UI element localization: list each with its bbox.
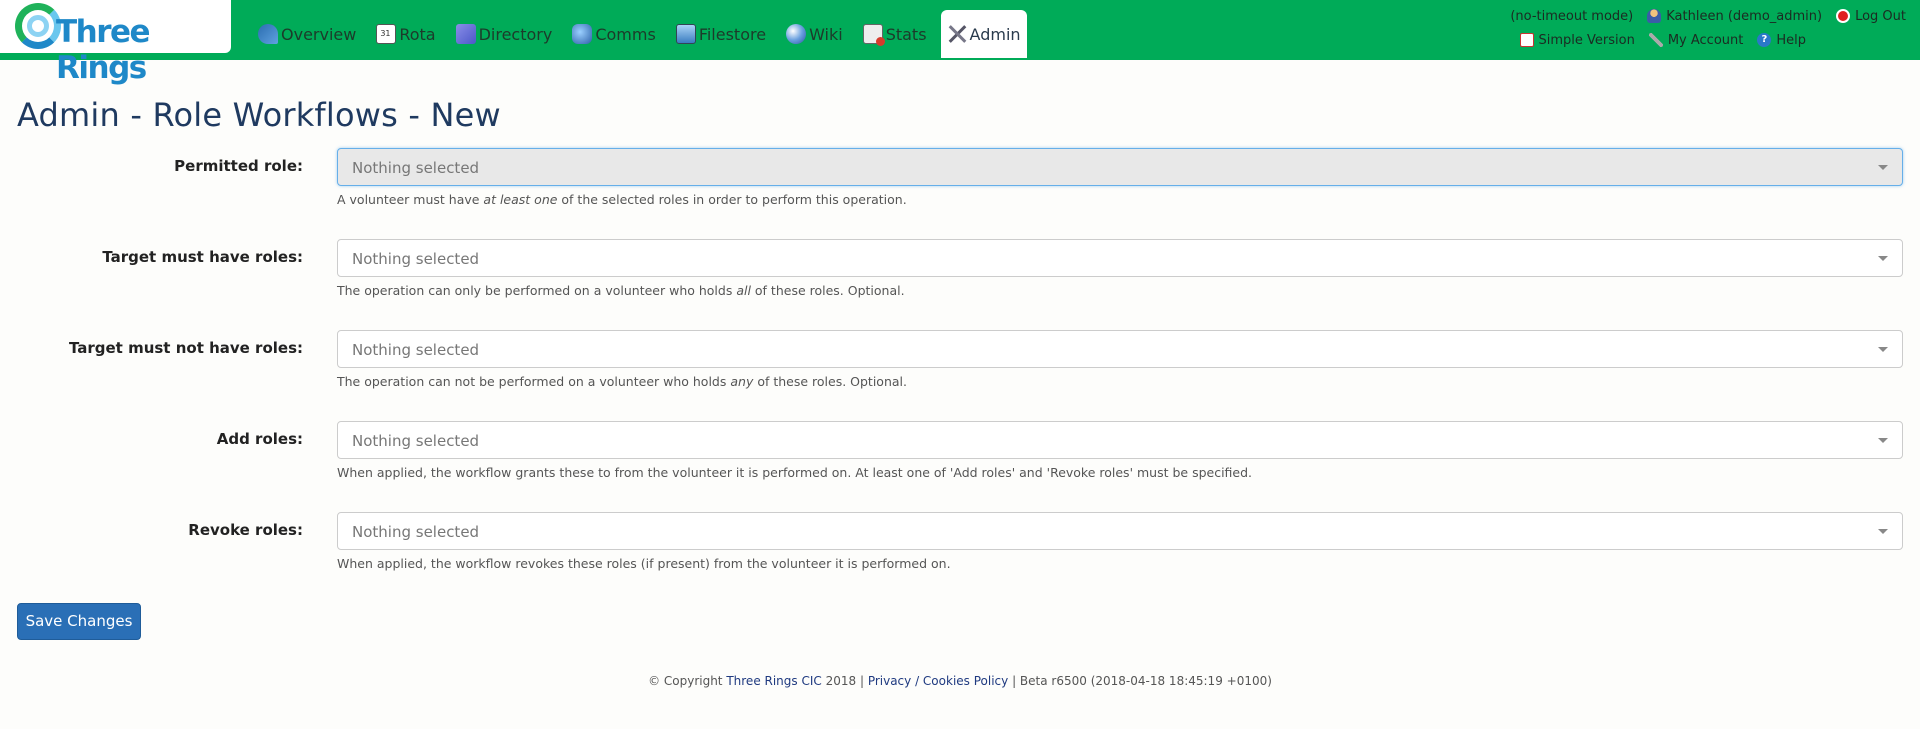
nav-comms[interactable]: Comms [566,10,661,58]
tools-icon [947,24,967,44]
logo-inner-ring-icon [27,15,49,37]
chevron-down-icon [1878,438,1888,443]
logout-link[interactable]: Log Out [1836,6,1906,26]
help-icon: ? [1757,33,1772,47]
my-account-label: My Account [1667,32,1744,48]
utility-links: Simple Version My Account ? Help [1519,30,1821,50]
select-value: Nothing selected [352,341,480,359]
field-label: Permitted role: [174,157,303,175]
help-text-em: at least one [483,192,558,207]
nav-filestore[interactable]: Filestore [670,10,772,58]
help-text-em: all [736,283,751,298]
select-value: Nothing selected [352,250,480,268]
timeout-mode: (no-timeout mode) [1510,6,1633,26]
timeout-mode-text: (no-timeout mode) [1510,8,1634,24]
field-help: When applied, the workflow revokes these… [337,556,951,571]
help-text-post: of these roles. Optional. [750,283,905,298]
field-help: A volunteer must have at least one of th… [337,192,907,207]
logout-label: Log Out [1855,8,1906,24]
nav-overview[interactable]: Overview [252,10,362,58]
top-bar: Three Rings Overview Rota Directory Comm… [0,0,1920,86]
simple-version-label: Simple Version [1538,32,1635,48]
key-icon [1648,33,1663,47]
calendar-icon [376,24,397,44]
field-label: Target must not have roles: [68,339,303,357]
comms-icon [572,24,593,44]
user-bar: (no-timeout mode) Kathleen (demo_admin) … [1510,6,1920,26]
nav-label: Directory [478,24,553,44]
help-text-pre: The operation can not be performed on a … [337,374,731,389]
my-account-link[interactable]: My Account [1648,30,1744,50]
nav-rota[interactable]: Rota [370,10,441,58]
simple-version-icon [1519,33,1534,47]
field-label: Add roles: [216,430,303,448]
revoke-roles-select[interactable]: Nothing selected [337,512,1903,550]
field-help: The operation can only be performed on a… [337,283,905,298]
logo-text: Three Rings [56,14,151,86]
nav-label: Stats [885,24,927,44]
select-value: Nothing selected [352,523,480,541]
field-help: The operation can not be performed on a … [337,374,907,389]
directory-icon [455,24,476,44]
select-value: Nothing selected [352,159,480,177]
nav-admin[interactable]: Admin [940,10,1027,58]
nav-label: Wiki [809,24,843,44]
save-changes-button[interactable]: Save Changes [17,603,141,640]
help-text-pre: The operation can only be performed on a… [337,283,737,298]
simple-version-link[interactable]: Simple Version [1519,30,1635,50]
nav-label: Comms [595,24,656,44]
chevron-down-icon [1878,347,1888,352]
permitted-role-select[interactable]: Nothing selected [337,148,1903,186]
add-roles-select[interactable]: Nothing selected [337,421,1903,459]
chevron-down-icon [1878,165,1888,170]
nav-label: Admin [969,24,1021,44]
footer-year: 2018 | [821,674,868,688]
nav-stats[interactable]: Stats [857,10,933,58]
chevron-down-icon [1878,256,1888,261]
field-label: Target must have roles: [102,248,303,266]
target-must-have-select[interactable]: Nothing selected [337,239,1903,277]
page-title: Admin - Role Workflows - New [17,96,501,134]
nav-label: Rota [399,24,436,44]
overview-icon [258,24,278,44]
help-text-pre: When applied, the workflow revokes these… [337,556,951,571]
chevron-down-icon [1878,529,1888,534]
main-nav: Overview Rota Directory Comms Filestore … [252,10,1035,58]
power-icon [1836,9,1851,23]
footer-copyright: © Copyright [648,674,727,688]
footer: © Copyright Three Rings CIC 2018 | Priva… [0,674,1920,688]
help-link[interactable]: ? Help [1757,30,1806,50]
field-help: When applied, the workflow grants these … [337,465,1252,480]
logo[interactable]: Three Rings [0,0,231,86]
nav-directory[interactable]: Directory [450,10,559,58]
help-text-pre: A volunteer must have [337,192,484,207]
privacy-policy-link[interactable]: Privacy / Cookies Policy [868,674,1008,688]
footer-version: | Beta r6500 (2018-04-18 18:45:19 +0100) [1008,674,1272,688]
user-icon [1647,9,1662,23]
nav-label: Overview [281,24,357,44]
stats-icon [862,24,885,46]
user-name: Kathleen (demo_admin) [1666,8,1823,24]
help-label: Help [1776,32,1806,48]
target-must-not-have-select[interactable]: Nothing selected [337,330,1903,368]
help-text-post: of these roles. Optional. [753,374,907,389]
footer-org-link[interactable]: Three Rings CIC [726,674,821,688]
select-value: Nothing selected [352,432,480,450]
user-link[interactable]: Kathleen (demo_admin) [1647,6,1822,26]
help-text-post: of the selected roles in order to perfor… [557,192,907,207]
help-text-pre: When applied, the workflow grants these … [337,465,1253,480]
field-label: Revoke roles: [188,521,303,539]
wiki-globe-icon [786,24,807,44]
filestore-icon [675,24,696,44]
help-text-em: any [730,374,754,389]
nav-wiki[interactable]: Wiki [780,10,849,58]
nav-label: Filestore [698,24,767,44]
